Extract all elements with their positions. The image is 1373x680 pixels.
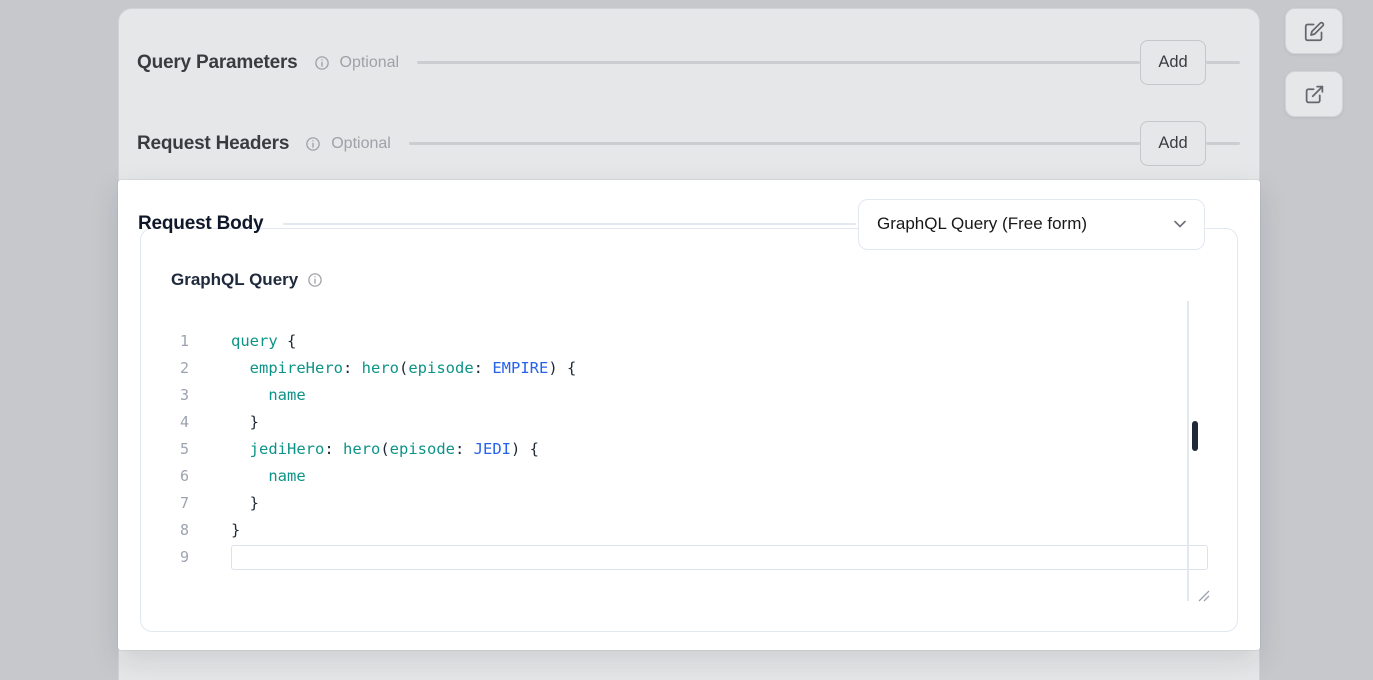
divider bbox=[283, 223, 856, 226]
chevron-down-icon bbox=[1170, 214, 1190, 234]
request-body-header: Request Body GraphQL Query (Free form) bbox=[138, 198, 1205, 250]
line-number: 4 bbox=[141, 409, 189, 436]
resize-handle-icon[interactable] bbox=[1198, 589, 1210, 601]
editor-scrollbar-thumb[interactable] bbox=[1192, 421, 1198, 451]
line-number: 3 bbox=[141, 382, 189, 409]
code-line-content: name bbox=[189, 382, 1208, 409]
body-type-selected-value: GraphQL Query (Free form) bbox=[877, 214, 1087, 234]
code-line[interactable]: 4 } bbox=[141, 409, 1208, 436]
line-number: 5 bbox=[141, 436, 189, 463]
code-line-content: jediHero: hero(episode: JEDI) { bbox=[189, 436, 1208, 463]
code-line[interactable]: 8} bbox=[141, 517, 1208, 544]
code-line-content: } bbox=[189, 409, 1208, 436]
body-type-select[interactable]: GraphQL Query (Free form) bbox=[858, 199, 1205, 250]
graphql-query-label-row: GraphQL Query bbox=[171, 270, 323, 290]
code-line[interactable]: 7 } bbox=[141, 490, 1208, 517]
line-number: 8 bbox=[141, 517, 189, 544]
line-number: 1 bbox=[141, 328, 189, 355]
graphql-query-label: GraphQL Query bbox=[171, 270, 298, 290]
code-line-content: } bbox=[189, 517, 1208, 544]
graphql-editor-card: GraphQL Query 1query {2 empireHero: hero… bbox=[140, 228, 1238, 632]
request-body-title: Request Body bbox=[138, 213, 263, 235]
code-line[interactable]: 9 bbox=[141, 544, 1208, 571]
line-number: 7 bbox=[141, 490, 189, 517]
line-number: 2 bbox=[141, 355, 189, 382]
line-number: 6 bbox=[141, 463, 189, 490]
line-number: 9 bbox=[141, 544, 189, 571]
request-builder-screen: Query Parameters Optional Add Request He… bbox=[0, 0, 1373, 680]
code-line[interactable]: 5 jediHero: hero(episode: JEDI) { bbox=[141, 436, 1208, 463]
info-icon[interactable] bbox=[307, 272, 323, 288]
code-line-content: query { bbox=[189, 328, 1208, 355]
code-line[interactable]: 2 empireHero: hero(episode: EMPIRE) { bbox=[141, 355, 1208, 382]
code-line[interactable]: 6 name bbox=[141, 463, 1208, 490]
code-line-content bbox=[189, 544, 1208, 571]
code-line-content: empireHero: hero(episode: EMPIRE) { bbox=[189, 355, 1208, 382]
request-body-panel: Request Body GraphQL Query (Free form) G… bbox=[118, 180, 1260, 650]
code-line[interactable]: 1query { bbox=[141, 328, 1208, 355]
graphql-query-editor[interactable]: 1query {2 empireHero: hero(episode: EMPI… bbox=[141, 328, 1208, 571]
code-line-content: name bbox=[189, 463, 1208, 490]
code-line[interactable]: 3 name bbox=[141, 382, 1208, 409]
editor-scrollbar-track[interactable] bbox=[1187, 301, 1189, 601]
code-line-content: } bbox=[189, 490, 1208, 517]
